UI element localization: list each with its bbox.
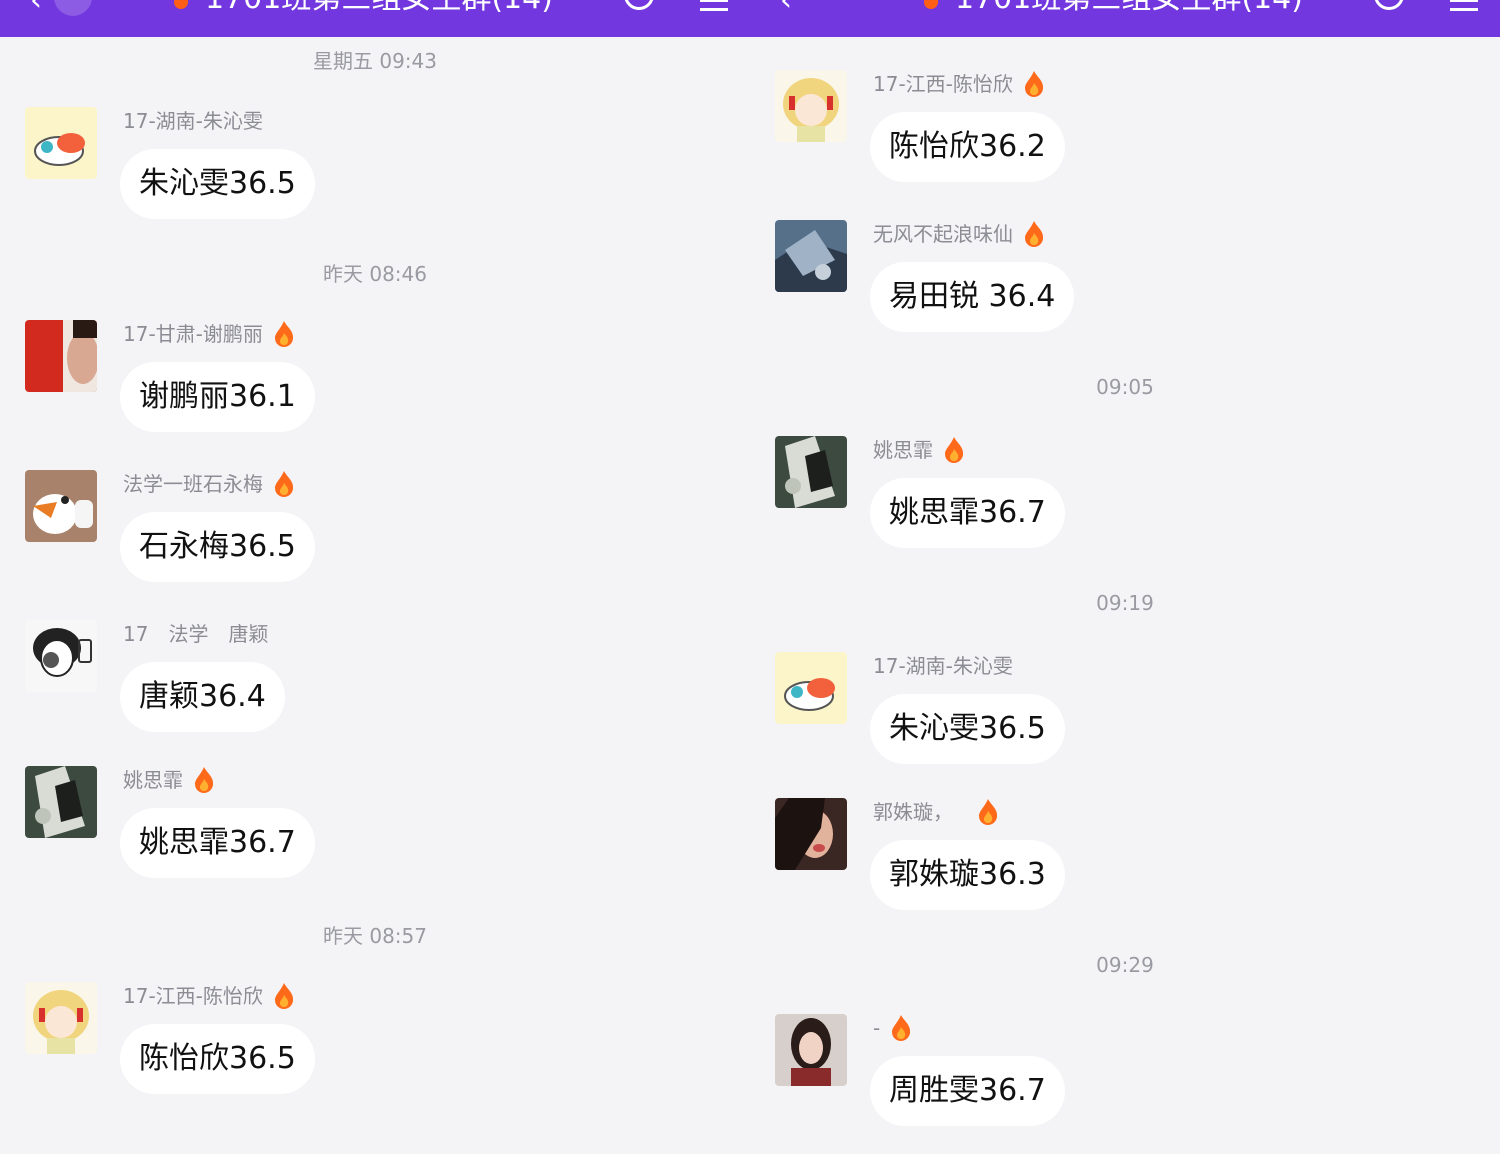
message-bubble[interactable]: 石永梅36.5	[120, 512, 315, 582]
blue-scene-avatar[interactable]	[775, 220, 847, 292]
cartoon-sushi-avatar[interactable]	[775, 652, 847, 724]
message-bubble[interactable]: 易田锐 36.4	[870, 262, 1075, 332]
chat-pane-right[interactable]: 17-江西-陈怡欣 陈怡欣36.2 无风不起浪味仙 易田锐 36.4 09:05…	[750, 37, 1500, 1126]
message-row: 姚思霏 姚思霏36.7	[750, 436, 1500, 576]
message-bubble[interactable]: 唐颖36.4	[120, 662, 285, 732]
sender-name: 法学一班石永梅	[123, 470, 295, 498]
cartoon-duck-avatar[interactable]	[25, 470, 97, 542]
flame-icon	[977, 798, 999, 826]
flame-icon	[943, 436, 965, 464]
sketch-girl-avatar[interactable]	[25, 620, 97, 692]
message-row: 17-湖南-朱沁雯 朱沁雯36.5	[0, 107, 750, 247]
message-bubble[interactable]: 姚思霏36.7	[870, 478, 1065, 548]
message-bubble[interactable]: 周胜雯36.7	[870, 1056, 1065, 1126]
sender-name: 17-湖南-朱沁雯	[873, 654, 1013, 678]
sender-name: 17-湖南-朱沁雯	[123, 109, 263, 133]
flame-icon	[273, 470, 295, 498]
message-row: 17-湖南-朱沁雯 朱沁雯36.5	[750, 652, 1500, 792]
sender-name: 郭姝璇，	[873, 798, 999, 826]
chat-title: 1701班第三组女生群(14)	[955, 0, 1303, 16]
message-row: 郭姝璇， 郭姝璇36.3	[750, 798, 1500, 938]
message-row: 17-甘肃-谢鹏丽 谢鹏丽36.1	[0, 320, 750, 460]
chat-pane-left[interactable]: 星期五 09:43 17-湖南-朱沁雯 朱沁雯36.5 昨天 08:46 17-…	[0, 37, 750, 1125]
message-bubble[interactable]: 郭姝璇36.3	[870, 840, 1065, 910]
red-portrait-avatar[interactable]	[25, 320, 97, 392]
chat-header-left: ‹ 1701班第三组女生群(14)	[0, 0, 750, 37]
anime-blonde-avatar[interactable]	[25, 982, 97, 1054]
message-row: 17 法学 唐颖 唐颖36.4	[0, 620, 750, 760]
sender-name: 姚思霏	[873, 436, 965, 464]
header-fire-icon	[922, 0, 940, 10]
menu-icon[interactable]	[700, 0, 728, 17]
refresh-icon[interactable]	[624, 0, 654, 10]
sender-name: 姚思霏	[123, 766, 215, 794]
flame-icon	[890, 1014, 912, 1042]
sender-name: -	[873, 1014, 912, 1042]
flame-icon	[1023, 70, 1045, 98]
message-bubble[interactable]: 姚思霏36.7	[120, 808, 315, 878]
sender-name: 17-甘肃-谢鹏丽	[123, 320, 295, 348]
message-bubble[interactable]: 朱沁雯36.5	[120, 149, 315, 219]
flame-icon	[1023, 220, 1045, 248]
message-row: 无风不起浪味仙 易田锐 36.4	[750, 220, 1500, 360]
timestamp: 09:05	[1096, 375, 1154, 399]
timestamp: 昨天 08:57	[323, 924, 427, 948]
anime-blonde-avatar[interactable]	[775, 70, 847, 142]
message-row: - 周胜雯36.7	[750, 1014, 1500, 1154]
timestamp: 昨天 08:46	[323, 262, 427, 286]
refresh-icon[interactable]	[1374, 0, 1404, 10]
timestamp: 09:29	[1096, 953, 1154, 977]
menu-icon[interactable]	[1450, 0, 1478, 17]
sender-name: 17 法学 唐颖	[123, 622, 269, 646]
timestamp: 星期五 09:43	[313, 49, 437, 73]
message-bubble[interactable]: 谢鹏丽36.1	[120, 362, 315, 432]
message-row: 17-江西-陈怡欣 陈怡欣36.5	[0, 982, 750, 1122]
back-arrow-icon[interactable]: ‹	[780, 0, 792, 16]
woman-portrait-avatar[interactable]	[775, 1014, 847, 1086]
chat-header-right: ‹ 1701班第三组女生群(14)	[750, 0, 1500, 37]
message-row: 姚思霏 姚思霏36.7	[0, 766, 750, 906]
cartoon-sushi-avatar[interactable]	[25, 107, 97, 179]
dark-figure-avatar[interactable]	[775, 436, 847, 508]
sender-name: 无风不起浪味仙	[873, 220, 1045, 248]
message-row: 法学一班石永梅 石永梅36.5	[0, 470, 750, 610]
sender-name: 17-江西-陈怡欣	[123, 982, 295, 1010]
profile-circle-icon[interactable]	[54, 0, 92, 16]
timestamp: 09:19	[1096, 591, 1154, 615]
dark-figure-avatar[interactable]	[25, 766, 97, 838]
sender-name: 17-江西-陈怡欣	[873, 70, 1045, 98]
header-fire-icon	[172, 0, 190, 10]
message-row: 17-江西-陈怡欣 陈怡欣36.2	[750, 70, 1500, 210]
message-bubble[interactable]: 陈怡欣36.2	[870, 112, 1065, 182]
message-bubble[interactable]: 陈怡欣36.5	[120, 1024, 315, 1094]
flame-icon	[193, 766, 215, 794]
warm-portrait-avatar[interactable]	[775, 798, 847, 870]
flame-icon	[273, 982, 295, 1010]
back-arrow-icon[interactable]: ‹	[30, 0, 42, 16]
chat-title: 1701班第三组女生群(14)	[205, 0, 553, 16]
flame-icon	[273, 320, 295, 348]
message-bubble[interactable]: 朱沁雯36.5	[870, 694, 1065, 764]
